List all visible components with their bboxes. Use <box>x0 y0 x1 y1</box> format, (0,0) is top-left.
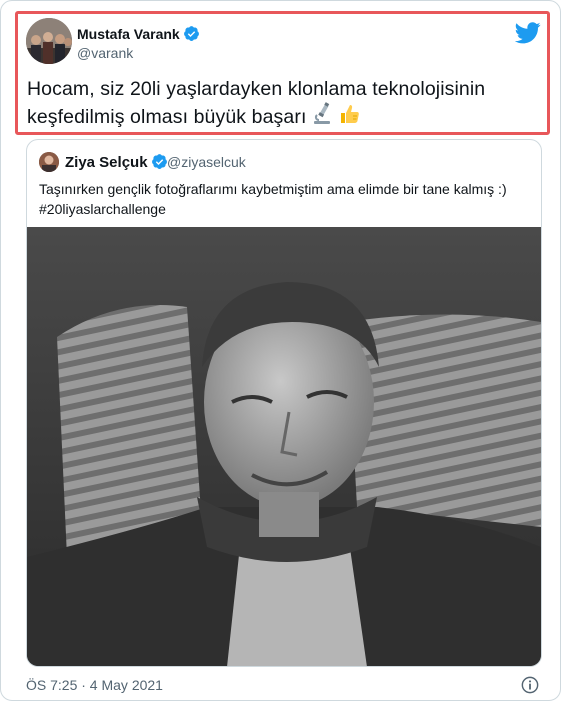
author-name[interactable]: Mustafa Varank <box>77 25 200 42</box>
quoted-author-handle[interactable]: @ziyaselcuk <box>167 154 246 170</box>
verified-badge-icon <box>183 26 199 41</box>
tweet-text: Hocam, siz 20li yaşlardayken klonlama te… <box>27 76 537 130</box>
tweet-text-body: Hocam, siz 20li yaşlardayken klonlama te… <box>27 78 486 128</box>
thumbs-up-emoji <box>341 105 360 123</box>
quoted-author-avatar[interactable] <box>39 152 59 172</box>
author-avatar[interactable] <box>26 18 72 64</box>
verified-badge-icon <box>151 154 167 169</box>
microscope-emoji <box>314 102 331 124</box>
author-handle[interactable]: @varank <box>77 45 133 61</box>
author-name-text[interactable]: Mustafa Varank <box>77 26 180 42</box>
quoted-tweet-photo[interactable] <box>27 227 541 666</box>
twitter-bird-icon[interactable] <box>515 22 541 44</box>
quoted-tweet-text: Taşınırken gençlik fotoğraflarımı kaybet… <box>39 181 507 217</box>
quoted-author-name[interactable]: Ziya Selçuk <box>65 153 168 171</box>
quoted-author-name-text[interactable]: Ziya Selçuk <box>65 154 148 171</box>
info-icon[interactable] <box>521 676 539 694</box>
tweet-timestamp[interactable]: ÖS 7:25 · 4 May 2021 <box>26 677 163 693</box>
quoted-tweet[interactable]: Ziya Selçuk @ziyaselcuk Taşınırken gençl… <box>26 139 542 667</box>
